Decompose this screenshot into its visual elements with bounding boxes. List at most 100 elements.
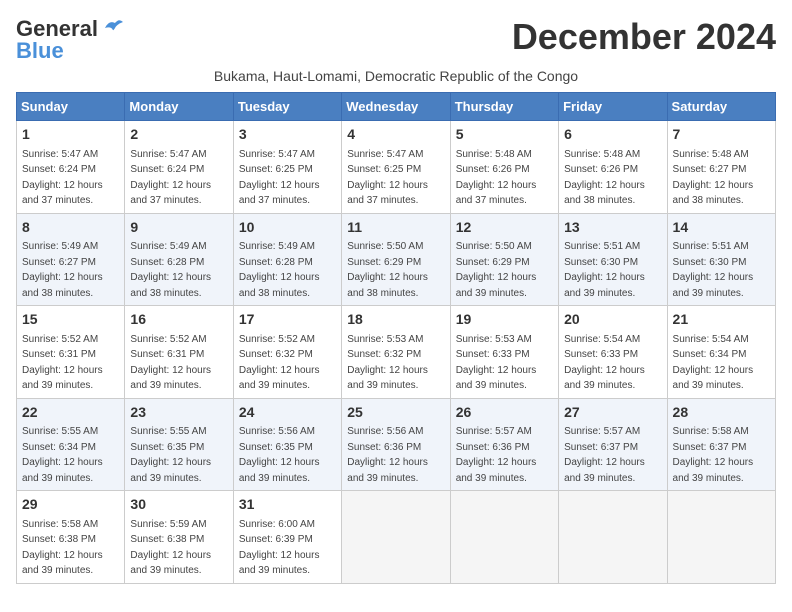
day-cell: 12 Sunrise: 5:50 AMSunset: 6:29 PMDaylig…: [450, 213, 558, 306]
day-info: Sunrise: 5:49 AMSunset: 6:28 PMDaylight:…: [130, 241, 211, 299]
subtitle: Bukama, Haut-Lomami, Democratic Republic…: [16, 68, 776, 84]
calendar-row: 22 Sunrise: 5:55 AMSunset: 6:34 PMDaylig…: [17, 398, 776, 491]
day-number: 15: [22, 310, 119, 330]
day-number: 20: [564, 310, 661, 330]
day-info: Sunrise: 5:57 AMSunset: 6:37 PMDaylight:…: [564, 426, 645, 484]
day-info: Sunrise: 5:53 AMSunset: 6:32 PMDaylight:…: [347, 334, 428, 392]
day-cell: 14 Sunrise: 5:51 AMSunset: 6:30 PMDaylig…: [667, 213, 775, 306]
day-cell: 10 Sunrise: 5:49 AMSunset: 6:28 PMDaylig…: [233, 213, 341, 306]
day-info: Sunrise: 5:58 AMSunset: 6:37 PMDaylight:…: [673, 426, 754, 484]
day-info: Sunrise: 5:54 AMSunset: 6:33 PMDaylight:…: [564, 334, 645, 392]
day-cell: 11 Sunrise: 5:50 AMSunset: 6:29 PMDaylig…: [342, 213, 450, 306]
day-info: Sunrise: 5:55 AMSunset: 6:34 PMDaylight:…: [22, 426, 103, 484]
day-info: Sunrise: 5:57 AMSunset: 6:36 PMDaylight:…: [456, 426, 537, 484]
day-cell: 9 Sunrise: 5:49 AMSunset: 6:28 PMDayligh…: [125, 213, 233, 306]
day-number: 12: [456, 218, 553, 238]
day-cell: 24 Sunrise: 5:56 AMSunset: 6:35 PMDaylig…: [233, 398, 341, 491]
header: General Blue December 2024: [16, 16, 776, 64]
day-cell: 17 Sunrise: 5:52 AMSunset: 6:32 PMDaylig…: [233, 306, 341, 399]
day-info: Sunrise: 5:47 AMSunset: 6:24 PMDaylight:…: [22, 149, 103, 207]
day-number: 18: [347, 310, 444, 330]
day-number: 8: [22, 218, 119, 238]
day-number: 19: [456, 310, 553, 330]
calendar-row: 8 Sunrise: 5:49 AMSunset: 6:27 PMDayligh…: [17, 213, 776, 306]
day-info: Sunrise: 5:50 AMSunset: 6:29 PMDaylight:…: [347, 241, 428, 299]
logo: General Blue: [16, 16, 123, 64]
header-saturday: Saturday: [667, 93, 775, 121]
day-number: 29: [22, 495, 119, 515]
day-number: 26: [456, 403, 553, 423]
day-cell: 4 Sunrise: 5:47 AMSunset: 6:25 PMDayligh…: [342, 121, 450, 214]
day-info: Sunrise: 5:56 AMSunset: 6:35 PMDaylight:…: [239, 426, 320, 484]
day-number: 13: [564, 218, 661, 238]
month-title: December 2024: [512, 16, 776, 58]
day-info: Sunrise: 5:47 AMSunset: 6:24 PMDaylight:…: [130, 149, 211, 207]
day-info: Sunrise: 5:52 AMSunset: 6:32 PMDaylight:…: [239, 334, 320, 392]
title-section: December 2024: [512, 16, 776, 58]
day-info: Sunrise: 5:56 AMSunset: 6:36 PMDaylight:…: [347, 426, 428, 484]
day-cell: 5 Sunrise: 5:48 AMSunset: 6:26 PMDayligh…: [450, 121, 558, 214]
day-number: 25: [347, 403, 444, 423]
day-number: 7: [673, 125, 770, 145]
day-cell: 30 Sunrise: 5:59 AMSunset: 6:38 PMDaylig…: [125, 491, 233, 584]
day-info: Sunrise: 5:58 AMSunset: 6:38 PMDaylight:…: [22, 519, 103, 577]
day-number: 21: [673, 310, 770, 330]
day-info: Sunrise: 5:48 AMSunset: 6:26 PMDaylight:…: [564, 149, 645, 207]
day-info: Sunrise: 5:54 AMSunset: 6:34 PMDaylight:…: [673, 334, 754, 392]
header-sunday: Sunday: [17, 93, 125, 121]
day-info: Sunrise: 5:52 AMSunset: 6:31 PMDaylight:…: [22, 334, 103, 392]
day-info: Sunrise: 5:47 AMSunset: 6:25 PMDaylight:…: [239, 149, 320, 207]
day-cell: 19 Sunrise: 5:53 AMSunset: 6:33 PMDaylig…: [450, 306, 558, 399]
header-tuesday: Tuesday: [233, 93, 341, 121]
day-cell: 29 Sunrise: 5:58 AMSunset: 6:38 PMDaylig…: [17, 491, 125, 584]
day-info: Sunrise: 5:49 AMSunset: 6:27 PMDaylight:…: [22, 241, 103, 299]
calendar-table: Sunday Monday Tuesday Wednesday Thursday…: [16, 92, 776, 584]
empty-cell: [450, 491, 558, 584]
day-cell: 2 Sunrise: 5:47 AMSunset: 6:24 PMDayligh…: [125, 121, 233, 214]
day-info: Sunrise: 5:53 AMSunset: 6:33 PMDaylight:…: [456, 334, 537, 392]
calendar-row: 15 Sunrise: 5:52 AMSunset: 6:31 PMDaylig…: [17, 306, 776, 399]
day-info: Sunrise: 5:51 AMSunset: 6:30 PMDaylight:…: [564, 241, 645, 299]
logo-bird-icon: [101, 18, 123, 36]
day-number: 3: [239, 125, 336, 145]
calendar-header-row: Sunday Monday Tuesday Wednesday Thursday…: [17, 93, 776, 121]
day-cell: 1 Sunrise: 5:47 AMSunset: 6:24 PMDayligh…: [17, 121, 125, 214]
day-number: 4: [347, 125, 444, 145]
day-number: 10: [239, 218, 336, 238]
day-number: 28: [673, 403, 770, 423]
day-cell: 27 Sunrise: 5:57 AMSunset: 6:37 PMDaylig…: [559, 398, 667, 491]
logo-blue: Blue: [16, 38, 64, 64]
day-info: Sunrise: 5:51 AMSunset: 6:30 PMDaylight:…: [673, 241, 754, 299]
day-cell: 8 Sunrise: 5:49 AMSunset: 6:27 PMDayligh…: [17, 213, 125, 306]
day-cell: 18 Sunrise: 5:53 AMSunset: 6:32 PMDaylig…: [342, 306, 450, 399]
day-info: Sunrise: 5:59 AMSunset: 6:38 PMDaylight:…: [130, 519, 211, 577]
day-info: Sunrise: 5:48 AMSunset: 6:26 PMDaylight:…: [456, 149, 537, 207]
header-wednesday: Wednesday: [342, 93, 450, 121]
day-number: 22: [22, 403, 119, 423]
day-number: 27: [564, 403, 661, 423]
day-number: 30: [130, 495, 227, 515]
day-number: 11: [347, 218, 444, 238]
day-cell: 28 Sunrise: 5:58 AMSunset: 6:37 PMDaylig…: [667, 398, 775, 491]
empty-cell: [342, 491, 450, 584]
day-info: Sunrise: 5:52 AMSunset: 6:31 PMDaylight:…: [130, 334, 211, 392]
day-cell: 21 Sunrise: 5:54 AMSunset: 6:34 PMDaylig…: [667, 306, 775, 399]
day-cell: 20 Sunrise: 5:54 AMSunset: 6:33 PMDaylig…: [559, 306, 667, 399]
header-thursday: Thursday: [450, 93, 558, 121]
day-cell: 23 Sunrise: 5:55 AMSunset: 6:35 PMDaylig…: [125, 398, 233, 491]
day-number: 23: [130, 403, 227, 423]
day-number: 9: [130, 218, 227, 238]
day-info: Sunrise: 5:47 AMSunset: 6:25 PMDaylight:…: [347, 149, 428, 207]
empty-cell: [667, 491, 775, 584]
day-info: Sunrise: 5:50 AMSunset: 6:29 PMDaylight:…: [456, 241, 537, 299]
day-number: 17: [239, 310, 336, 330]
day-cell: 22 Sunrise: 5:55 AMSunset: 6:34 PMDaylig…: [17, 398, 125, 491]
day-cell: 3 Sunrise: 5:47 AMSunset: 6:25 PMDayligh…: [233, 121, 341, 214]
day-number: 14: [673, 218, 770, 238]
day-cell: 16 Sunrise: 5:52 AMSunset: 6:31 PMDaylig…: [125, 306, 233, 399]
day-number: 1: [22, 125, 119, 145]
day-cell: 6 Sunrise: 5:48 AMSunset: 6:26 PMDayligh…: [559, 121, 667, 214]
day-cell: 13 Sunrise: 5:51 AMSunset: 6:30 PMDaylig…: [559, 213, 667, 306]
day-number: 6: [564, 125, 661, 145]
day-number: 24: [239, 403, 336, 423]
